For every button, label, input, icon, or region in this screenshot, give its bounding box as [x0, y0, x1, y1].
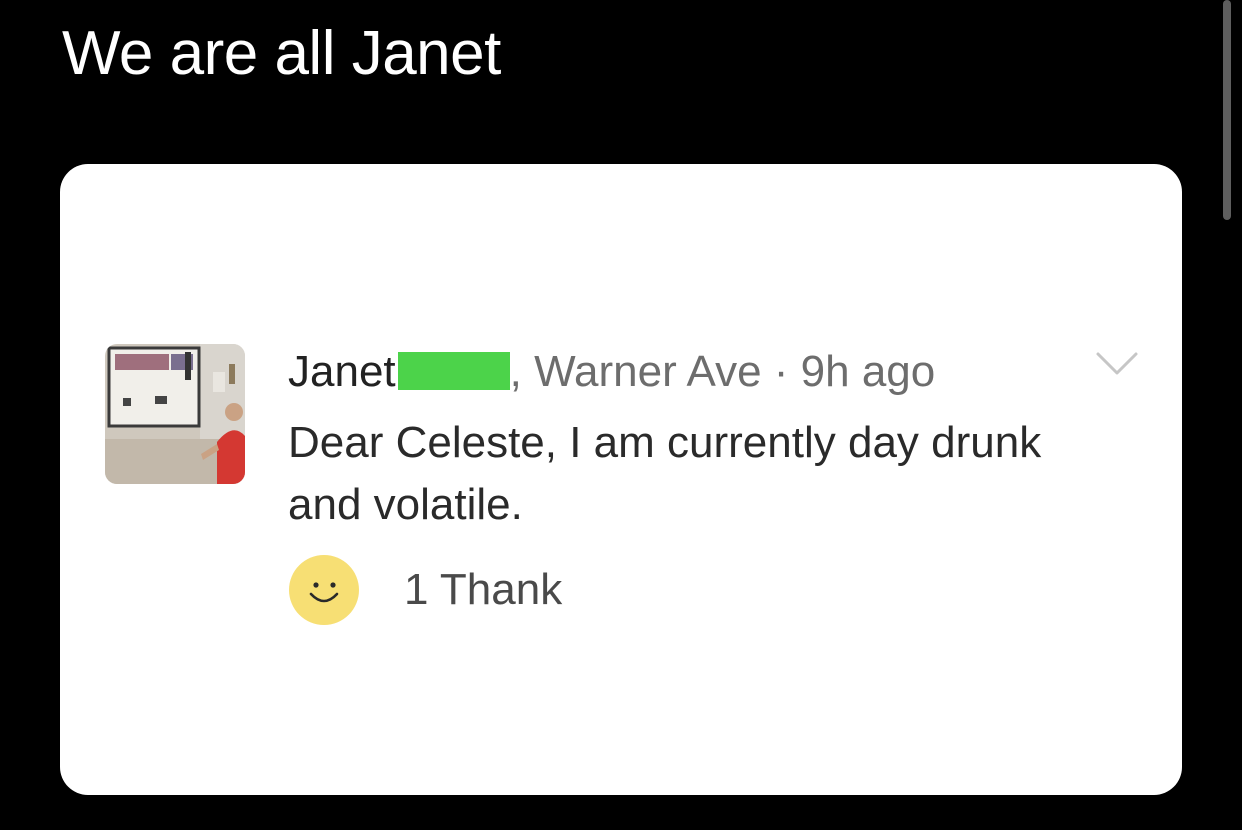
timestamp[interactable]: 9h ago: [801, 347, 936, 396]
page-title: We are all Janet: [62, 19, 501, 88]
thank-count[interactable]: 1 Thank: [404, 565, 562, 615]
thank-reaction[interactable]: 1 Thank: [288, 554, 562, 626]
scrollbar[interactable]: [1223, 0, 1231, 220]
post-body: Dear Celeste, I am currently day drunk a…: [288, 418, 1042, 529]
screenshot: We are all Janet Janet, Warner Ave · 9h …: [0, 0, 1242, 830]
avatar-photo-icon: [105, 344, 245, 484]
redaction-bar: [397, 352, 510, 390]
smiley-face-icon[interactable]: [288, 554, 360, 626]
location-label[interactable]: Warner Ave: [534, 347, 761, 396]
author-name[interactable]: Janet: [288, 347, 396, 396]
post-card: Janet, Warner Ave · 9h ago Dear Celeste,…: [60, 164, 1182, 795]
avatar[interactable]: [105, 344, 245, 484]
meta-dot: ·: [773, 347, 789, 396]
author-separator: ,: [509, 347, 522, 396]
chevron-down-icon[interactable]: [1095, 349, 1139, 379]
post-header: Janet, Warner Ave · 9h ago: [288, 346, 935, 398]
